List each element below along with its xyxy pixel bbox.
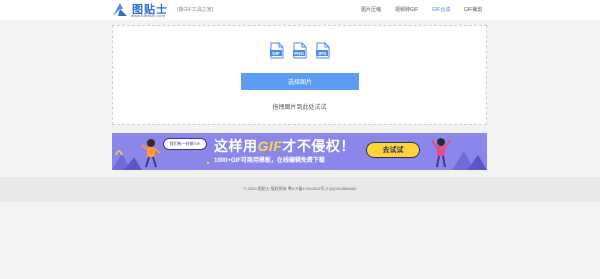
character-right-icon [431,138,451,168]
jpg-format-label: JPG [317,51,327,56]
gif-file-icon: GIF [270,42,284,59]
banner-title: 这样用GIF才不侵权！ [214,136,355,156]
nav-gif-crop[interactable]: GIF裁剪 [464,6,482,13]
upload-drop-zone[interactable]: GIF PNG JPG 选择图片 拖拽图片到此处试试 [112,25,487,125]
logo-icon[interactable] [112,2,128,17]
banner-title-pre: 这样用 [214,138,258,154]
nav-gif-compose[interactable]: GIF合成 [432,6,450,13]
footer-copyright: © 2020 图贴士 版权所有 粤ICP备17002912号-2 QQ:5145… [243,186,357,191]
jpg-file-icon: JPG [316,42,330,59]
nav-image-compress[interactable]: 图片压缩 [361,6,381,13]
png-format-label: PNG [294,51,304,56]
nav-video-to-gif[interactable]: 视频转GIF [395,6,418,13]
choose-image-button[interactable]: 选择图片 [241,73,359,90]
page-background [0,202,600,279]
logo-tagline: [做GIF工具之家] [177,7,214,13]
speech-bubble: 我们有一样做GIF [163,138,207,150]
drag-hint-text: 拖拽图片到此处试试 [272,105,327,111]
try-now-button[interactable]: 去试试 [366,142,420,158]
page-footer: © 2020 图贴士 版权所有 粤ICP备17002912号-2 QQ:5145… [0,177,600,202]
gif-format-label: GIF [272,51,280,56]
banner-title-post: 才不侵权！ [282,138,355,154]
banner-title-gif: GIF [257,138,283,154]
character-left-icon [141,139,161,168]
top-header: 图贴士 www.tutieshi.com [做GIF工具之家] 图片压缩 视频转… [0,0,600,20]
logo-url: www.tutieshi.com [131,13,166,18]
png-file-icon: PNG [293,42,307,59]
banner-subtitle: 1000+GIF可商用模板，在线编辑免费下载 [214,158,325,164]
promo-banner[interactable]: 我们有一样做GIF 这样用GIF才不侵权！ 1000+GIF可商用模板，在线编辑… [112,133,487,170]
